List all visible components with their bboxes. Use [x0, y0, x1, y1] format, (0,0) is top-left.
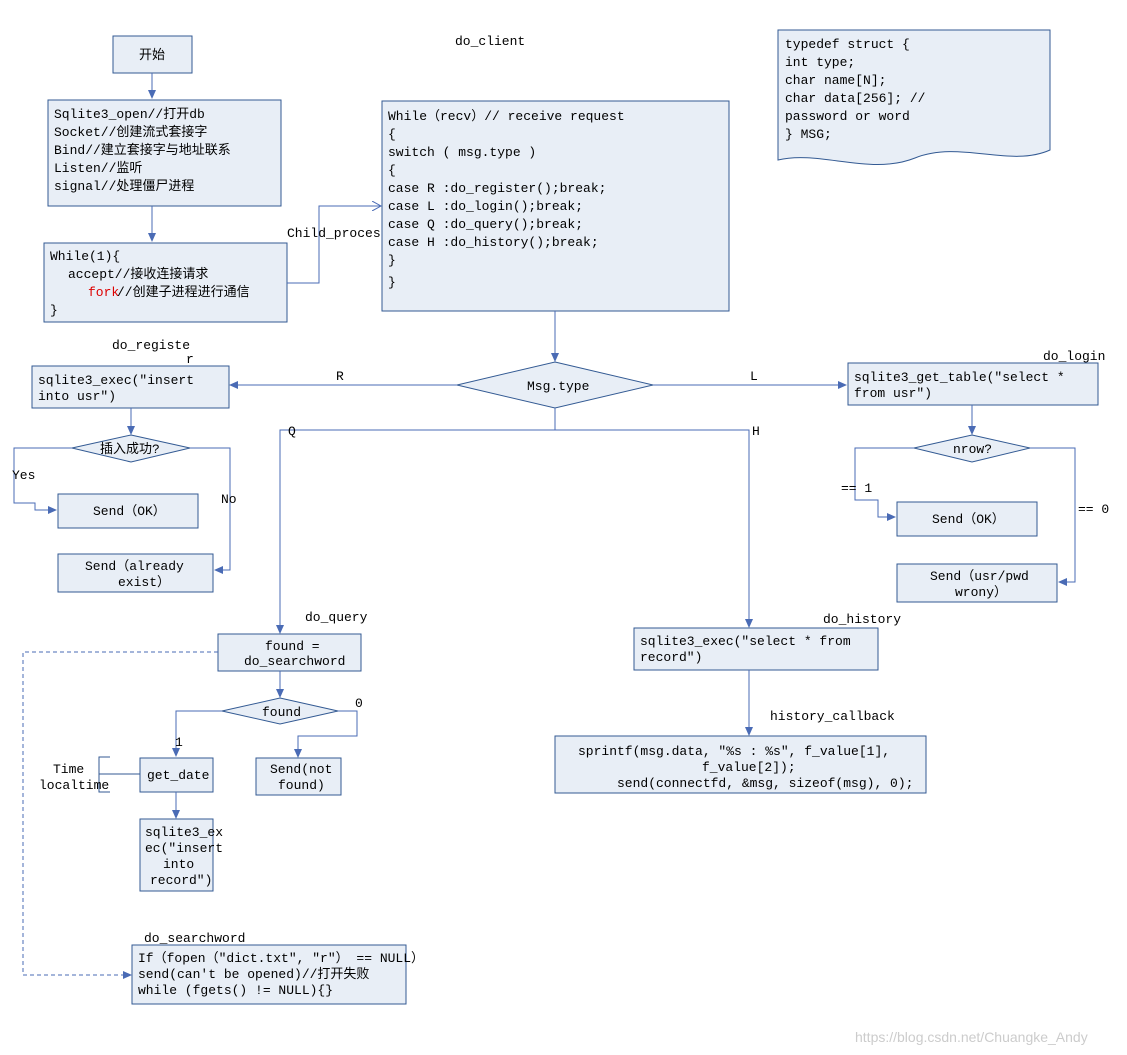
- history-sprintf-l1: f_value[2]);: [702, 760, 796, 775]
- init-l4: signal//处理僵尸进程: [54, 179, 194, 194]
- eq1-label: == 1: [841, 481, 872, 496]
- one-label: 1: [175, 735, 183, 750]
- typedef-l5: } MSG;: [785, 127, 832, 142]
- recv-l6: case Q :do_query();break;: [388, 217, 583, 232]
- typedef-l1: int type;: [785, 55, 855, 70]
- do-register-label: do_registe: [112, 338, 190, 353]
- insert-record-l0: sqlite3_ex: [145, 825, 223, 840]
- start-label: 开始: [139, 48, 165, 63]
- insert-record-l2: into: [163, 857, 194, 872]
- init-l1: Socket//创建流式套接字: [54, 124, 207, 140]
- found-label: found: [262, 705, 301, 720]
- send-ok-r-label: Send（OK）: [93, 504, 166, 519]
- history-sprintf-l2: send(connectfd, &msg, sizeof(msg), 0);: [617, 776, 913, 791]
- typedef-l0: typedef struct {: [785, 37, 910, 52]
- searchword-l0: If（fopen（"dict.txt", "r"） == NULL）: [138, 951, 424, 966]
- no-label: No: [221, 492, 237, 507]
- send-not-found-l0: Send(not: [270, 762, 332, 777]
- do-login-exec-l1: from usr"): [854, 386, 932, 401]
- send-exist-l0: Send（already: [85, 559, 184, 574]
- insert-record-l1: ec("insert: [145, 841, 223, 856]
- recv-l4: case R :do_register();break;: [388, 181, 606, 196]
- searchword-l1: send(can't be opened)//打开失败: [138, 967, 369, 982]
- recv-l8: }: [388, 253, 396, 268]
- insert-ok-label: 插入成功?: [100, 442, 160, 457]
- typedef-l4: password or word: [785, 109, 910, 124]
- fork-word: fork: [88, 285, 119, 300]
- history-exec-l1: record"): [640, 650, 702, 665]
- history-cb-label: history_callback: [770, 709, 895, 724]
- while-l1: While(1){: [50, 249, 120, 264]
- recv-l2: switch ( msg.type ): [388, 145, 536, 160]
- while-l4: }: [50, 303, 58, 318]
- page-title: do_client: [455, 34, 525, 49]
- found-assign-l1: do_searchword: [244, 654, 345, 669]
- do-query-label: do_query: [305, 610, 368, 625]
- while-l3r: //创建子进程进行通信: [117, 285, 250, 300]
- get-date-label: get_date: [147, 768, 209, 783]
- eq0-label: == 0: [1078, 502, 1109, 517]
- do-login-exec-l0: sqlite3_get_table("select *: [854, 370, 1065, 385]
- typedef-l2: char name[N];: [785, 73, 886, 88]
- branch-l-label: L: [750, 369, 758, 384]
- child-process-label: Child_process: [287, 226, 388, 241]
- while-l2: accept//接收连接请求: [68, 266, 208, 282]
- send-exist-l1: exist）: [118, 575, 170, 590]
- do-searchword-label: do_searchword: [144, 931, 245, 946]
- branch-r-label: R: [336, 369, 344, 384]
- zero-label: 0: [355, 696, 363, 711]
- branch-q-label: Q: [288, 424, 296, 439]
- history-sprintf-l0: sprintf(msg.data, "%s : %s", f_value[1],: [578, 744, 890, 759]
- do-register-label2: r: [186, 352, 194, 367]
- found-assign-l0: found =: [265, 639, 320, 654]
- recv-l3: {: [388, 163, 396, 178]
- init-l3: Listen//监听: [54, 161, 142, 176]
- time-l1: localtime: [39, 778, 109, 793]
- recv-l5: case L :do_login();break;: [388, 199, 583, 214]
- send-wrong-l0: Send（usr/pwd: [930, 569, 1029, 584]
- do-history-label: do_history: [823, 612, 901, 627]
- nrow-label: nrow?: [953, 442, 992, 457]
- recv-l7: case H :do_history();break;: [388, 235, 599, 250]
- init-l0: Sqlite3_open//打开db: [54, 107, 205, 122]
- send-not-found-l1: found): [278, 778, 325, 793]
- do-register-exec-l0: sqlite3_exec("insert: [38, 373, 194, 388]
- yes-label: Yes: [12, 468, 35, 483]
- dashed-link: [23, 652, 218, 975]
- searchword-l2: while (fgets() != NULL){}: [138, 983, 333, 998]
- arrow-q: [280, 408, 555, 633]
- branch-h-label: H: [752, 424, 760, 439]
- arrow-1: [176, 711, 222, 756]
- insert-record-l3: record"): [150, 873, 212, 888]
- recv-l0: While（recv）// receive request: [388, 109, 625, 124]
- msg-type-label: Msg.type: [527, 379, 589, 394]
- time-l0: Time: [53, 762, 84, 777]
- recv-l1: {: [388, 127, 396, 142]
- arrow-h: [555, 408, 749, 627]
- do-register-exec-l1: into usr"): [38, 389, 116, 404]
- watermark: https://blog.csdn.net/Chuangke_Andy: [855, 1029, 1088, 1045]
- send-ok-l-label: Send（OK）: [932, 512, 1005, 527]
- init-l2: Bind//建立套接字与地址联系: [54, 142, 231, 158]
- arrow-child-process: [287, 206, 380, 283]
- typedef-l3: char data[256]; //: [785, 91, 926, 106]
- do-login-label: do_login: [1043, 349, 1105, 364]
- recv-l9: }: [388, 275, 396, 290]
- history-exec-l0: sqlite3_exec("select * from: [640, 634, 851, 649]
- send-wrong-l1: wrony）: [955, 585, 1007, 600]
